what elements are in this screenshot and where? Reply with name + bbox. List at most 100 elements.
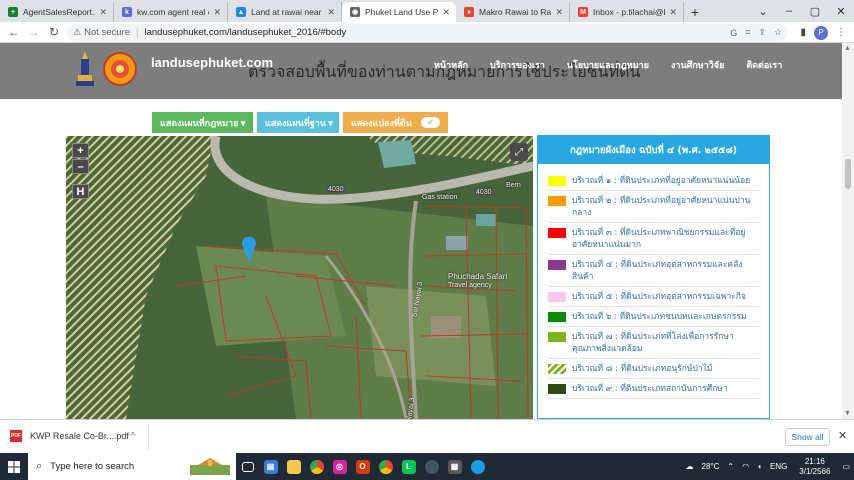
main-nav: หน้าหลัก บริการของเรา นโยบายและกฎหมาย งา… <box>434 58 804 72</box>
close-tab-icon[interactable]: ✕ <box>327 7 335 18</box>
color-swatch <box>548 332 566 342</box>
close-icon[interactable]: ✕ <box>838 429 847 442</box>
color-swatch <box>548 196 566 206</box>
notifications-icon[interactable]: ▭ <box>842 462 850 471</box>
search-highlight-icon <box>190 458 230 475</box>
google-lens-icon[interactable]: G <box>730 28 737 38</box>
reload-icon[interactable]: ↻ <box>44 22 64 42</box>
bookmark-star-icon[interactable]: ☆ <box>774 27 782 38</box>
task-view-icon[interactable] <box>236 453 259 480</box>
address-bar[interactable]: ⚠ Not secure | landusephuket.com/landuse… <box>67 24 788 41</box>
scrollbar-thumb[interactable] <box>845 159 851 189</box>
tab-title: kw.com agent real esta <box>137 7 209 17</box>
page-scrollbar[interactable]: ▲ ▼ <box>842 43 854 419</box>
browser-tab[interactable]: ▲ Land at rawai near Te ✕ <box>228 2 342 22</box>
chevron-up-icon[interactable]: ⌃ <box>727 462 734 471</box>
file-explorer-icon[interactable] <box>282 453 305 480</box>
fullscreen-icon[interactable]: ⤢ <box>510 143 528 161</box>
taskbar-search-box[interactable]: ⌕ Type here to search <box>28 453 236 480</box>
zoning-legend-panel: กฎหมายผังเมือง ฉบับที่ ๔ (พ.ศ. ๒๕๕๘) บริ… <box>537 135 770 419</box>
system-tray: ☁ 28°C ⌃ ◠ ◖ ENG 21:16 3/1/2566 ▭ <box>682 453 854 480</box>
store-icon[interactable]: ▤ <box>259 453 282 480</box>
forward-icon[interactable]: → <box>24 22 44 42</box>
divider: | <box>136 27 139 38</box>
volume-icon[interactable]: ◖ <box>757 462 762 471</box>
nav-services[interactable]: บริการของเรา <box>490 58 545 72</box>
close-tab-icon[interactable]: ✕ <box>669 7 677 18</box>
nav-policy-law[interactable]: นโยบายและกฎหมาย <box>567 58 649 72</box>
close-tab-icon[interactable]: ✕ <box>99 7 107 18</box>
legend-item-label: บริเวณที่ ๔ : ที่ดินประเภทอุตสาหกรรมและค… <box>572 260 743 282</box>
land-use-map[interactable]: + – H ⤢ Gas station 4030 4030 Phuchada S… <box>66 136 533 419</box>
color-swatch <box>548 364 566 374</box>
sheets-favicon-icon: + <box>8 7 18 17</box>
minimize-icon[interactable]: – <box>776 0 802 22</box>
drive-favicon-icon: ▲ <box>236 7 246 17</box>
legal-map-dropdown-button[interactable]: แสดงแผนที่กฎหมาย ▾ <box>152 112 253 133</box>
browser-tab[interactable]: ● Makro Rawai to Rawai ✕ <box>456 2 570 22</box>
maps-favicon-icon: ● <box>464 7 474 17</box>
share-icon[interactable]: ⇪ <box>758 27 766 38</box>
warning-icon[interactable]: ⚠ <box>73 27 81 38</box>
maximize-icon[interactable]: ▢ <box>802 0 828 22</box>
map-label: Gas station <box>422 194 458 201</box>
scroll-up-icon[interactable]: ▲ <box>844 45 851 52</box>
close-tab-icon[interactable]: ✕ <box>442 7 450 18</box>
translate-icon[interactable]: ⌗ <box>745 27 750 38</box>
nav-home[interactable]: หน้าหลัก <box>434 58 468 72</box>
back-icon[interactable]: ← <box>4 22 24 42</box>
nav-research[interactable]: งานศึกษาวิจัย <box>671 58 724 72</box>
browser-tab[interactable]: M Inbox - p.tilachai@kw ✕ <box>570 2 684 22</box>
clock-date: 3/1/2566 <box>799 466 831 476</box>
calculator-icon[interactable]: ▦ <box>443 453 466 480</box>
color-swatch <box>548 312 566 322</box>
side-panel-icon[interactable]: ▮ <box>800 27 806 38</box>
profile-avatar[interactable]: P <box>814 25 828 40</box>
download-filename[interactable]: KWP Resale Co-Br....pdf <box>30 431 129 441</box>
url-text[interactable]: landusephuket.com/landusephuket_2016/#bo… <box>144 27 346 38</box>
menu-dots-icon[interactable]: ⋮ <box>836 27 846 38</box>
chevron-up-icon[interactable]: ^ <box>131 431 135 440</box>
parcels-toggle-button[interactable]: แสดงแปลงที่ดิน ✓ <box>343 112 448 133</box>
browser-tab[interactable]: k kw.com agent real esta ✕ <box>114 2 228 22</box>
network-icon[interactable]: ◠ <box>742 462 749 471</box>
map-label: 4030 <box>474 189 494 196</box>
legend-item-label: บริเวณที่ ๓ : ที่ดินประเภทพาณิชยกรรมและท… <box>572 228 746 250</box>
security-label[interactable]: Not secure <box>84 27 130 38</box>
show-all-button[interactable]: Show all <box>785 428 830 446</box>
chrome-icon[interactable] <box>305 453 328 480</box>
check-icon[interactable]: ✓ <box>420 117 440 128</box>
legend-item-label: บริเวณที่ ๘ : ที่ดินประเภทอนุรักษ์ป่าไม้ <box>572 364 713 374</box>
office-icon[interactable]: O <box>351 453 374 480</box>
line-icon[interactable]: L <box>397 453 420 480</box>
zoom-in-button[interactable]: + <box>72 143 89 158</box>
weather-icon[interactable]: ☁ <box>686 462 694 471</box>
base-map-dropdown-button[interactable]: แสดงแผนที่ฐาน ▾ <box>257 112 339 133</box>
chevron-down-icon[interactable]: ⌄ <box>750 0 776 22</box>
steam-icon[interactable] <box>420 453 443 480</box>
location-pin-icon[interactable] <box>242 237 256 263</box>
scroll-down-icon[interactable]: ▼ <box>844 410 851 417</box>
nav-contact[interactable]: ติดต่อเรา <box>746 58 782 72</box>
close-window-icon[interactable]: ✕ <box>828 0 854 22</box>
royal-emblem-icon <box>76 51 94 86</box>
instagram-icon[interactable]: ◎ <box>328 453 351 480</box>
taskbar-clock[interactable]: 21:16 3/1/2566 <box>799 457 830 477</box>
new-tab-button[interactable]: + <box>684 2 706 22</box>
close-tab-icon[interactable]: ✕ <box>555 7 563 18</box>
weather-temp[interactable]: 28°C <box>702 462 720 471</box>
windows-taskbar: ⌕ Type here to search ▤ ◎ O L ▦ ☁ 28°C ⌃… <box>0 453 854 480</box>
download-item[interactable]: PDF KWP Resale Co-Br....pdf <box>10 430 129 442</box>
close-tab-icon[interactable]: ✕ <box>213 7 221 18</box>
tab-title: Phuket Land Use Polic <box>365 7 439 17</box>
zoom-out-button[interactable]: – <box>72 159 89 174</box>
edge-icon[interactable] <box>466 453 489 480</box>
browser-tab[interactable]: + AgentSalesReport.xlsx ✕ <box>0 2 114 22</box>
home-extent-button[interactable]: H <box>72 184 89 199</box>
chrome-active-icon[interactable] <box>374 453 397 480</box>
browser-tab-active[interactable]: ◉ Phuket Land Use Polic ✕ <box>342 2 456 22</box>
input-language[interactable]: ENG <box>770 462 787 471</box>
toolbar-right: ▮ P ⋮ <box>800 24 846 41</box>
windows-start-icon[interactable] <box>0 453 28 480</box>
download-bar: PDF KWP Resale Co-Br....pdf ^ Show all ✕ <box>0 419 854 453</box>
